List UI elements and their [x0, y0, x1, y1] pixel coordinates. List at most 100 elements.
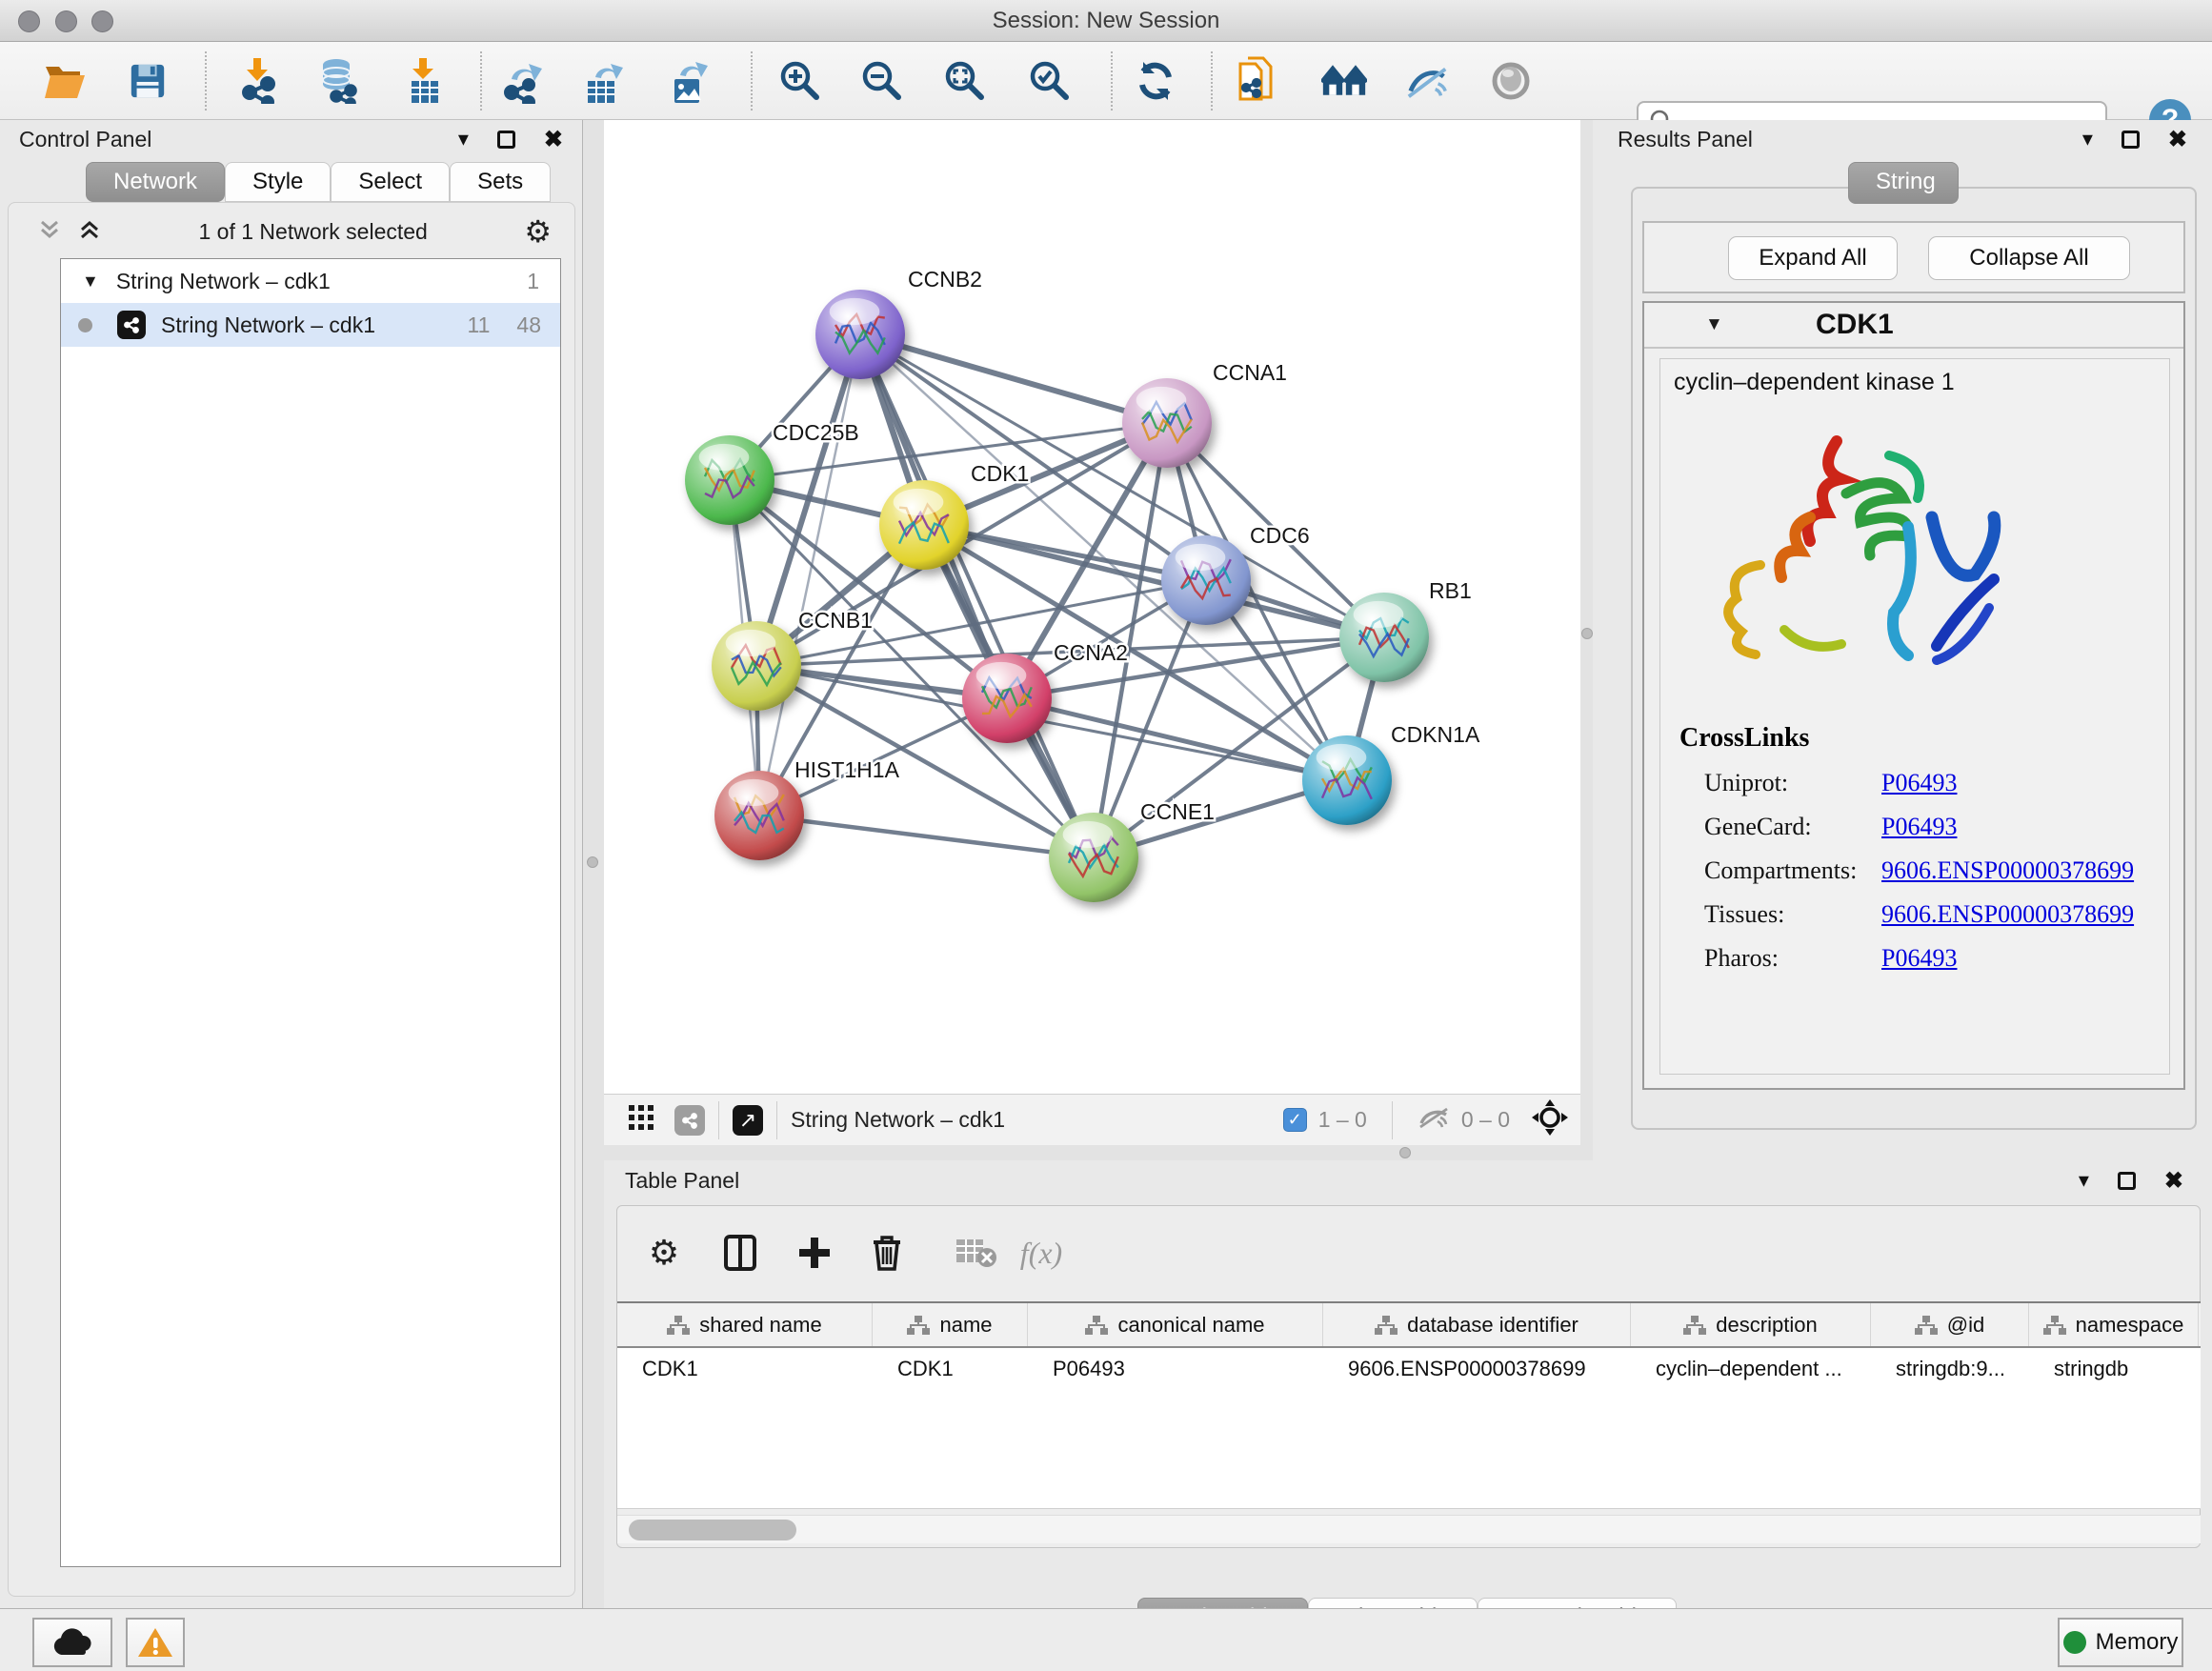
tab-style[interactable]: Style — [225, 162, 331, 202]
close-window-icon[interactable] — [18, 10, 40, 32]
import-database-icon[interactable] — [315, 58, 361, 104]
crosslink-value-link[interactable]: 9606.ENSP00000378699 — [1881, 856, 2134, 885]
collapse-all-button[interactable]: Collapse All — [1928, 236, 2130, 280]
crosslinks-title: CrossLinks — [1679, 723, 1809, 754]
network-graph[interactable]: CCNB2CCNA1CDC25BCDK1CDC6RB1CCNB1CCNA2CDK… — [604, 120, 1580, 1094]
crosslink-value-link[interactable]: 9606.ENSP00000378699 — [1881, 900, 2134, 929]
cloud-button[interactable] — [32, 1618, 112, 1667]
import-table-icon[interactable] — [402, 58, 448, 104]
tab-string[interactable]: String — [1848, 162, 1959, 204]
window-titlebar: Session: New Session — [0, 0, 2212, 42]
refresh-icon[interactable] — [1133, 58, 1178, 104]
bottom-splitter-handle[interactable] — [1399, 1147, 1411, 1158]
table-cell[interactable]: CDK1 — [617, 1348, 873, 1390]
panel-collapse-icon[interactable]: ▾ — [2079, 1168, 2089, 1193]
table-cell[interactable]: P06493 — [1028, 1348, 1323, 1390]
delete-column-icon[interactable] — [863, 1229, 911, 1277]
zoom-fit-icon[interactable] — [942, 58, 988, 104]
table-cell[interactable]: stringdb:9... — [1871, 1348, 2029, 1390]
network-edge[interactable] — [860, 334, 1167, 423]
network-node-rb1[interactable]: RB1 — [1339, 578, 1472, 682]
export-image-icon[interactable] — [667, 58, 713, 104]
expand-all-chevrons-icon[interactable] — [37, 217, 62, 247]
panel-close-icon[interactable]: ✖ — [544, 126, 563, 153]
open-session-icon[interactable] — [42, 58, 88, 104]
network-node-ccna1[interactable]: CCNA1 — [1122, 360, 1287, 468]
table-cell[interactable]: CDK1 — [873, 1348, 1028, 1390]
column-header-@id[interactable]: @id — [1871, 1303, 2029, 1346]
table-cell[interactable]: stringdb — [2029, 1348, 2199, 1390]
network-row[interactable]: String Network – cdk1 11 48 — [61, 303, 560, 347]
panel-collapse-icon[interactable]: ▾ — [2082, 127, 2093, 151]
column-header-shared-name[interactable]: shared name — [617, 1303, 873, 1346]
column-header-canonical-name[interactable]: canonical name — [1028, 1303, 1323, 1346]
share-file-icon[interactable] — [1237, 58, 1282, 104]
selected-checkbox-icon[interactable]: ✓ — [1283, 1108, 1307, 1132]
left-splitter-handle[interactable] — [587, 856, 598, 868]
grid-view-icon[interactable] — [629, 1105, 654, 1135]
network-collection-row[interactable]: ▼ String Network – cdk1 1 — [61, 259, 560, 303]
network-node-cdc25b[interactable]: CDC25B — [685, 420, 859, 525]
tab-network[interactable]: Network — [86, 162, 225, 202]
table-cell[interactable]: 9606.ENSP00000378699 — [1323, 1348, 1631, 1390]
network-edge[interactable] — [759, 815, 1094, 857]
column-header-name[interactable]: name — [873, 1303, 1028, 1346]
gear-icon[interactable]: ⚙ — [524, 213, 552, 250]
panel-close-icon[interactable]: ✖ — [2168, 126, 2187, 153]
zoom-out-icon[interactable] — [859, 58, 905, 104]
select-columns-icon[interactable] — [716, 1229, 764, 1277]
warning-button[interactable] — [126, 1618, 185, 1667]
tab-select[interactable]: Select — [331, 162, 450, 202]
network-node-cdk1[interactable]: CDK1 — [879, 461, 1029, 570]
network-node-cdc6[interactable]: CDC6 — [1161, 523, 1310, 625]
hidden-eye-slash-icon[interactable] — [1418, 1104, 1450, 1136]
column-header-database-identifier[interactable]: database identifier — [1323, 1303, 1631, 1346]
export-table-icon[interactable] — [582, 58, 628, 104]
table-panel-header: Table Panel ▾ ✖ — [604, 1160, 2212, 1200]
zoom-selected-icon[interactable] — [1027, 58, 1073, 104]
panel-close-icon[interactable]: ✖ — [2164, 1167, 2183, 1195]
memory-button[interactable]: Memory — [2058, 1618, 2183, 1667]
network-node-hist1h1a[interactable]: HIST1H1A — [714, 757, 900, 860]
panel-float-icon[interactable] — [497, 131, 515, 149]
show-gray-icon[interactable] — [1488, 58, 1534, 104]
minimize-window-icon[interactable] — [55, 10, 77, 32]
multi-home-icon[interactable] — [1321, 58, 1367, 104]
column-header-namespace[interactable]: namespace — [2029, 1303, 2199, 1346]
table-cell[interactable]: cyclin–dependent ... — [1631, 1348, 1871, 1390]
zoom-in-icon[interactable] — [777, 58, 823, 104]
collection-expand-icon[interactable]: ▼ — [82, 272, 99, 292]
collapse-all-chevrons-icon[interactable] — [77, 217, 102, 247]
column-header-description[interactable]: description — [1631, 1303, 1871, 1346]
right-splitter-handle[interactable] — [1581, 628, 1593, 639]
network-canvas[interactable]: CCNB2CCNA1CDC25BCDK1CDC6RB1CCNB1CCNA2CDK… — [604, 120, 1580, 1094]
crosslink-value-link[interactable]: P06493 — [1881, 769, 1957, 797]
zoom-window-icon[interactable] — [91, 10, 113, 32]
delete-table-icon[interactable] — [953, 1229, 1000, 1277]
section-collapse-icon[interactable]: ▼ — [1705, 314, 1723, 335]
network-badge-icon[interactable] — [674, 1105, 705, 1136]
hide-selected-icon[interactable] — [1405, 58, 1451, 104]
expand-all-button[interactable]: Expand All — [1728, 236, 1898, 280]
save-session-icon[interactable] — [125, 58, 171, 104]
crosslink-value-link[interactable]: P06493 — [1881, 944, 1957, 973]
panel-float-icon[interactable] — [2118, 1172, 2136, 1190]
table-gear-icon[interactable]: ⚙ — [640, 1229, 688, 1277]
import-network-icon[interactable] — [235, 58, 281, 104]
network-edge[interactable] — [759, 334, 860, 815]
network-node-cdkn1a[interactable]: CDKN1A — [1302, 722, 1480, 825]
panel-collapse-icon[interactable]: ▾ — [458, 127, 469, 151]
cloud-icon — [51, 1628, 93, 1657]
crosslink-value-link[interactable]: P06493 — [1881, 813, 1957, 841]
control-panel: Control Panel ▾ ✖ NetworkStyleSelectSets… — [0, 120, 583, 1608]
tab-sets[interactable]: Sets — [450, 162, 551, 202]
add-column-icon[interactable] — [791, 1229, 838, 1277]
gene-section-header[interactable]: ▼ CDK1 — [1644, 303, 2183, 349]
export-network-icon[interactable] — [502, 58, 548, 104]
birdseye-view-icon[interactable]: ↗ — [733, 1105, 763, 1136]
table-row[interactable]: CDK1CDK1P064939606.ENSP00000378699cyclin… — [617, 1348, 2201, 1390]
fit-content-crosshair-icon[interactable] — [1531, 1098, 1569, 1141]
scrollbar-thumb[interactable] — [629, 1520, 796, 1540]
panel-float-icon[interactable] — [2122, 131, 2140, 149]
table-horizontal-scrollbar[interactable] — [617, 1515, 2201, 1543]
